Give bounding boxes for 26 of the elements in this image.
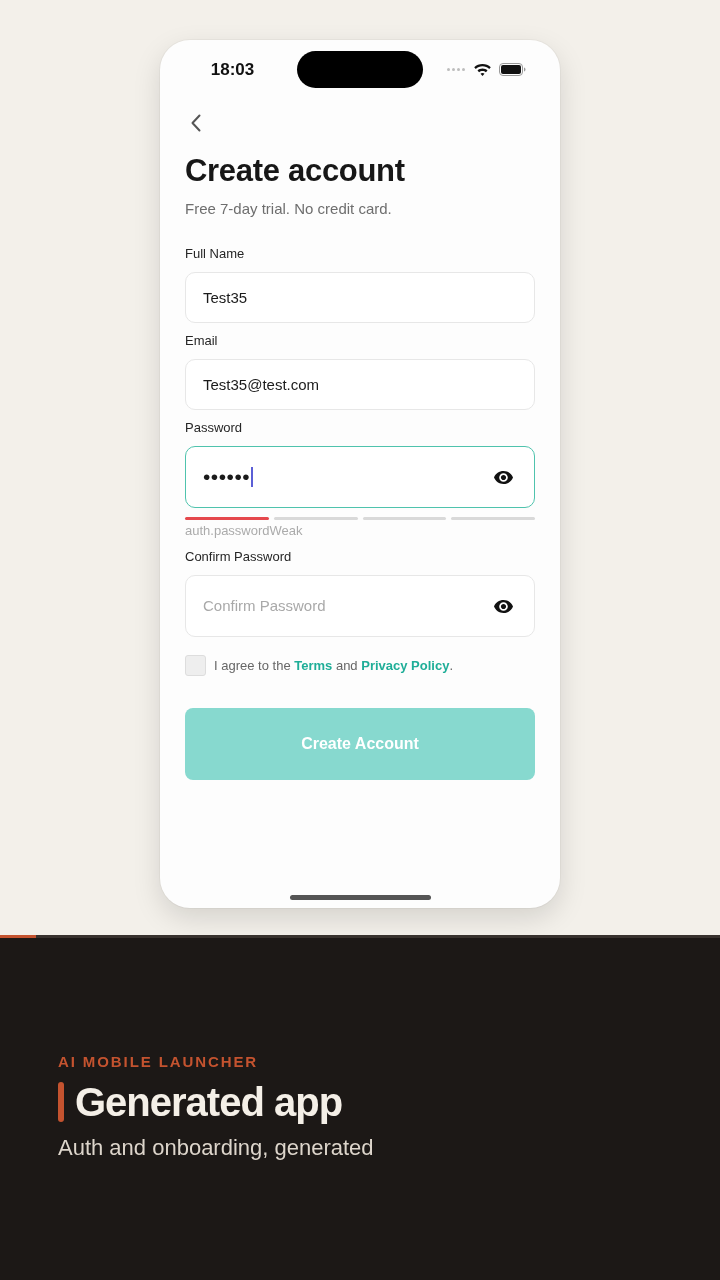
caption-eyebrow: AI MOBILE LAUNCHER — [58, 1052, 259, 1072]
field-label: Email — [185, 332, 218, 350]
eye-icon[interactable] — [494, 470, 513, 484]
field-label: Password — [185, 419, 243, 437]
field-label: Full Name — [185, 245, 245, 263]
email-field[interactable]: Test35@test.com — [185, 359, 535, 410]
battery-icon — [499, 63, 526, 76]
signal-icon — [447, 68, 466, 71]
strength-hint: auth.passwordWeak — [185, 523, 303, 539]
back-icon[interactable] — [191, 114, 201, 132]
page-title: Create account — [185, 152, 406, 190]
page-subtitle: Free 7-day trial. No credit card. — [185, 199, 393, 219]
accent-bar — [58, 1082, 64, 1122]
text-link[interactable]: Privacy Policy — [361, 657, 450, 673]
field-label: Confirm Password — [185, 548, 292, 566]
wifi-icon — [474, 63, 491, 76]
text-link[interactable]: Terms — [294, 657, 333, 673]
agreement-text: I agree to the Terms and Privacy Policy. — [214, 656, 453, 675]
checkbox[interactable] — [185, 655, 206, 676]
caption-subtitle: Auth and onboarding, generated — [58, 1135, 374, 1161]
caption-title: Generated app — [75, 1081, 343, 1123]
status-time: 18:03 — [209, 59, 255, 80]
password-field[interactable]: Confirm Password — [185, 575, 535, 637]
eye-icon[interactable] — [494, 599, 513, 613]
text-field[interactable]: Test35 — [185, 272, 535, 323]
password-field[interactable]: •••••• — [185, 446, 535, 508]
